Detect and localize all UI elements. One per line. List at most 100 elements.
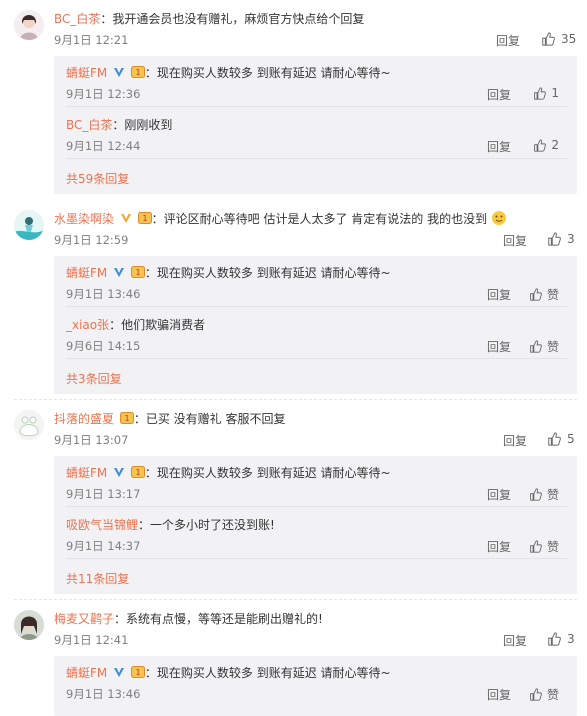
reply-button[interactable]: 回复 [487, 86, 511, 103]
emoji-icon [491, 211, 506, 225]
like-button[interactable]: 1 [533, 86, 559, 100]
thumbs-up-icon [530, 688, 542, 701]
like-count: 5 [567, 432, 575, 446]
reply-button[interactable]: 回复 [503, 432, 527, 449]
reply-button[interactable]: 回复 [487, 538, 511, 555]
username-link[interactable]: BC_白茶 [66, 118, 112, 132]
fan-badge-icon: 1 [130, 666, 145, 678]
reply-body: ：现在购买人数较多 到账有延迟 请耐心等待~ [144, 66, 391, 80]
divider [66, 506, 567, 507]
reply-button[interactable]: 回复 [487, 138, 511, 155]
fan-badge-icon: 1 [130, 466, 145, 478]
username-link[interactable]: BC_白茶 [54, 12, 100, 26]
reply-button[interactable]: 回复 [487, 486, 511, 503]
svg-text:1: 1 [135, 268, 140, 277]
username-link[interactable]: 蜻蜓FM [66, 66, 107, 80]
like-count: 2 [551, 138, 559, 152]
reply-body: ：一个多小时了还没到账! [138, 518, 275, 532]
username-link[interactable]: 梅麦又鹳子 [54, 612, 114, 626]
thumbs-up-icon [534, 138, 547, 152]
username-link[interactable]: 水墨染啊染 [54, 212, 114, 226]
avatar[interactable] [14, 10, 44, 40]
more-replies-link[interactable]: 共11条回复 [66, 570, 129, 587]
timestamp: 9月6日 14:15 [66, 339, 141, 353]
like-button[interactable]: 35 [541, 32, 576, 46]
reply-body: ：刚刚收到 [112, 118, 173, 132]
like-button[interactable]: 3 [547, 632, 575, 646]
timestamp: 9月1日 13:07 [54, 433, 129, 447]
reply-box: 蜻蜓FM 1 ：现在购买人数较多 到账有延迟 请耐心等待~ 9月1日 13:46 … [54, 656, 577, 716]
like-count: 3 [567, 632, 575, 646]
more-replies-link[interactable]: 共59条回复 [66, 170, 129, 187]
thumbs-up-icon [534, 86, 547, 100]
timestamp: 9月1日 12:44 [66, 139, 141, 153]
fan-badge-icon: 1 [130, 266, 145, 278]
like-count: 35 [561, 32, 577, 46]
avatar[interactable] [14, 410, 44, 440]
thumbs-up-icon [548, 632, 561, 646]
vip-v-icon [120, 214, 131, 223]
username-link[interactable]: 蜻蜓FM [66, 266, 107, 280]
like-button[interactable]: 5 [547, 432, 575, 446]
like-button[interactable]: 赞 [529, 286, 559, 303]
reply-button[interactable]: 回复 [496, 32, 520, 49]
thumbs-up-icon [548, 232, 561, 246]
reply-body: ：他们欺骗消费者 [109, 318, 206, 332]
reply-box: 蜻蜓FM 1 ：现在购买人数较多 到账有延迟 请耐心等待~ 9月1日 12:36 … [54, 56, 577, 194]
thumbs-up-icon [530, 540, 542, 553]
like-count: 赞 [546, 288, 559, 302]
like-button[interactable]: 赞 [529, 338, 559, 355]
svg-text:1: 1 [135, 468, 140, 477]
like-count: 赞 [546, 340, 559, 354]
divider [66, 558, 567, 559]
comment-body: ：已买 没有赠礼 客服不回复 [133, 412, 286, 426]
reply-button[interactable]: 回复 [503, 232, 527, 249]
username-link[interactable]: 抖落的盛夏 [54, 412, 114, 426]
timestamp: 9月1日 13:46 [66, 287, 141, 301]
comment-text: 梅麦又鹳子：系统有点慢，等等还是能刷出赠礼的! [54, 610, 323, 627]
timestamp: 9月1日 12:59 [54, 233, 129, 247]
more-replies-link[interactable]: 共3条回复 [66, 370, 122, 387]
like-button[interactable]: 3 [547, 232, 575, 246]
like-button[interactable]: 赞 [529, 486, 559, 503]
divider [66, 306, 567, 307]
username-link[interactable]: _xiao张 [66, 318, 109, 332]
like-button[interactable]: 2 [533, 138, 559, 152]
reply-box: 蜻蜓FM 1 ：现在购买人数较多 到账有延迟 请耐心等待~ 9月1日 13:46 … [54, 256, 577, 394]
reply-text: _xiao张：他们欺骗消费者 [66, 316, 205, 333]
timestamp: 9月1日 12:21 [54, 33, 129, 47]
comment-text: 抖落的盛夏 1 ：已买 没有赠礼 客服不回复 [54, 410, 285, 427]
reply-body: ：现在购买人数较多 到账有延迟 请耐心等待~ [144, 666, 391, 680]
reply-button[interactable]: 回复 [487, 686, 511, 703]
fan-badge-icon: 1 [130, 66, 145, 78]
username-link[interactable]: 吸欧气当锦鲤 [66, 518, 138, 532]
like-count: 3 [567, 232, 575, 246]
comment-body: ：我开通会员也没有赠礼，麻烦官方快点给个回复 [100, 12, 365, 26]
like-button[interactable]: 赞 [529, 686, 559, 703]
timestamp: 9月1日 12:41 [54, 633, 129, 647]
reply-text: 蜻蜓FM 1 ：现在购买人数较多 到账有延迟 请耐心等待~ [66, 64, 391, 81]
reply-text: BC_白茶：刚刚收到 [66, 116, 172, 133]
svg-text:1: 1 [135, 668, 140, 677]
thumbs-up-icon [530, 488, 542, 501]
username-link[interactable]: 蜻蜓FM [66, 466, 107, 480]
timestamp: 9月1日 13:46 [66, 687, 141, 701]
verified-v-icon [114, 68, 125, 77]
comment-body: ：系统有点慢，等等还是能刷出赠礼的! [114, 612, 323, 626]
reply-button[interactable]: 回复 [487, 286, 511, 303]
reply-body: ：现在购买人数较多 到账有延迟 请耐心等待~ [144, 266, 391, 280]
timestamp: 9月1日 13:17 [66, 487, 141, 501]
avatar[interactable] [14, 210, 44, 240]
svg-text:1: 1 [135, 68, 140, 77]
reply-button[interactable]: 回复 [487, 338, 511, 355]
divider [66, 158, 567, 159]
divider [14, 599, 577, 601]
username-link[interactable]: 蜻蜓FM [66, 666, 107, 680]
reply-box: 蜻蜓FM 1 ：现在购买人数较多 到账有延迟 请耐心等待~ 9月1日 13:17 … [54, 456, 577, 594]
reply-button[interactable]: 回复 [503, 632, 527, 649]
like-count: 1 [551, 86, 559, 100]
divider [66, 106, 567, 107]
like-button[interactable]: 赞 [529, 538, 559, 555]
like-count: 赞 [546, 488, 559, 502]
avatar[interactable] [14, 610, 44, 640]
